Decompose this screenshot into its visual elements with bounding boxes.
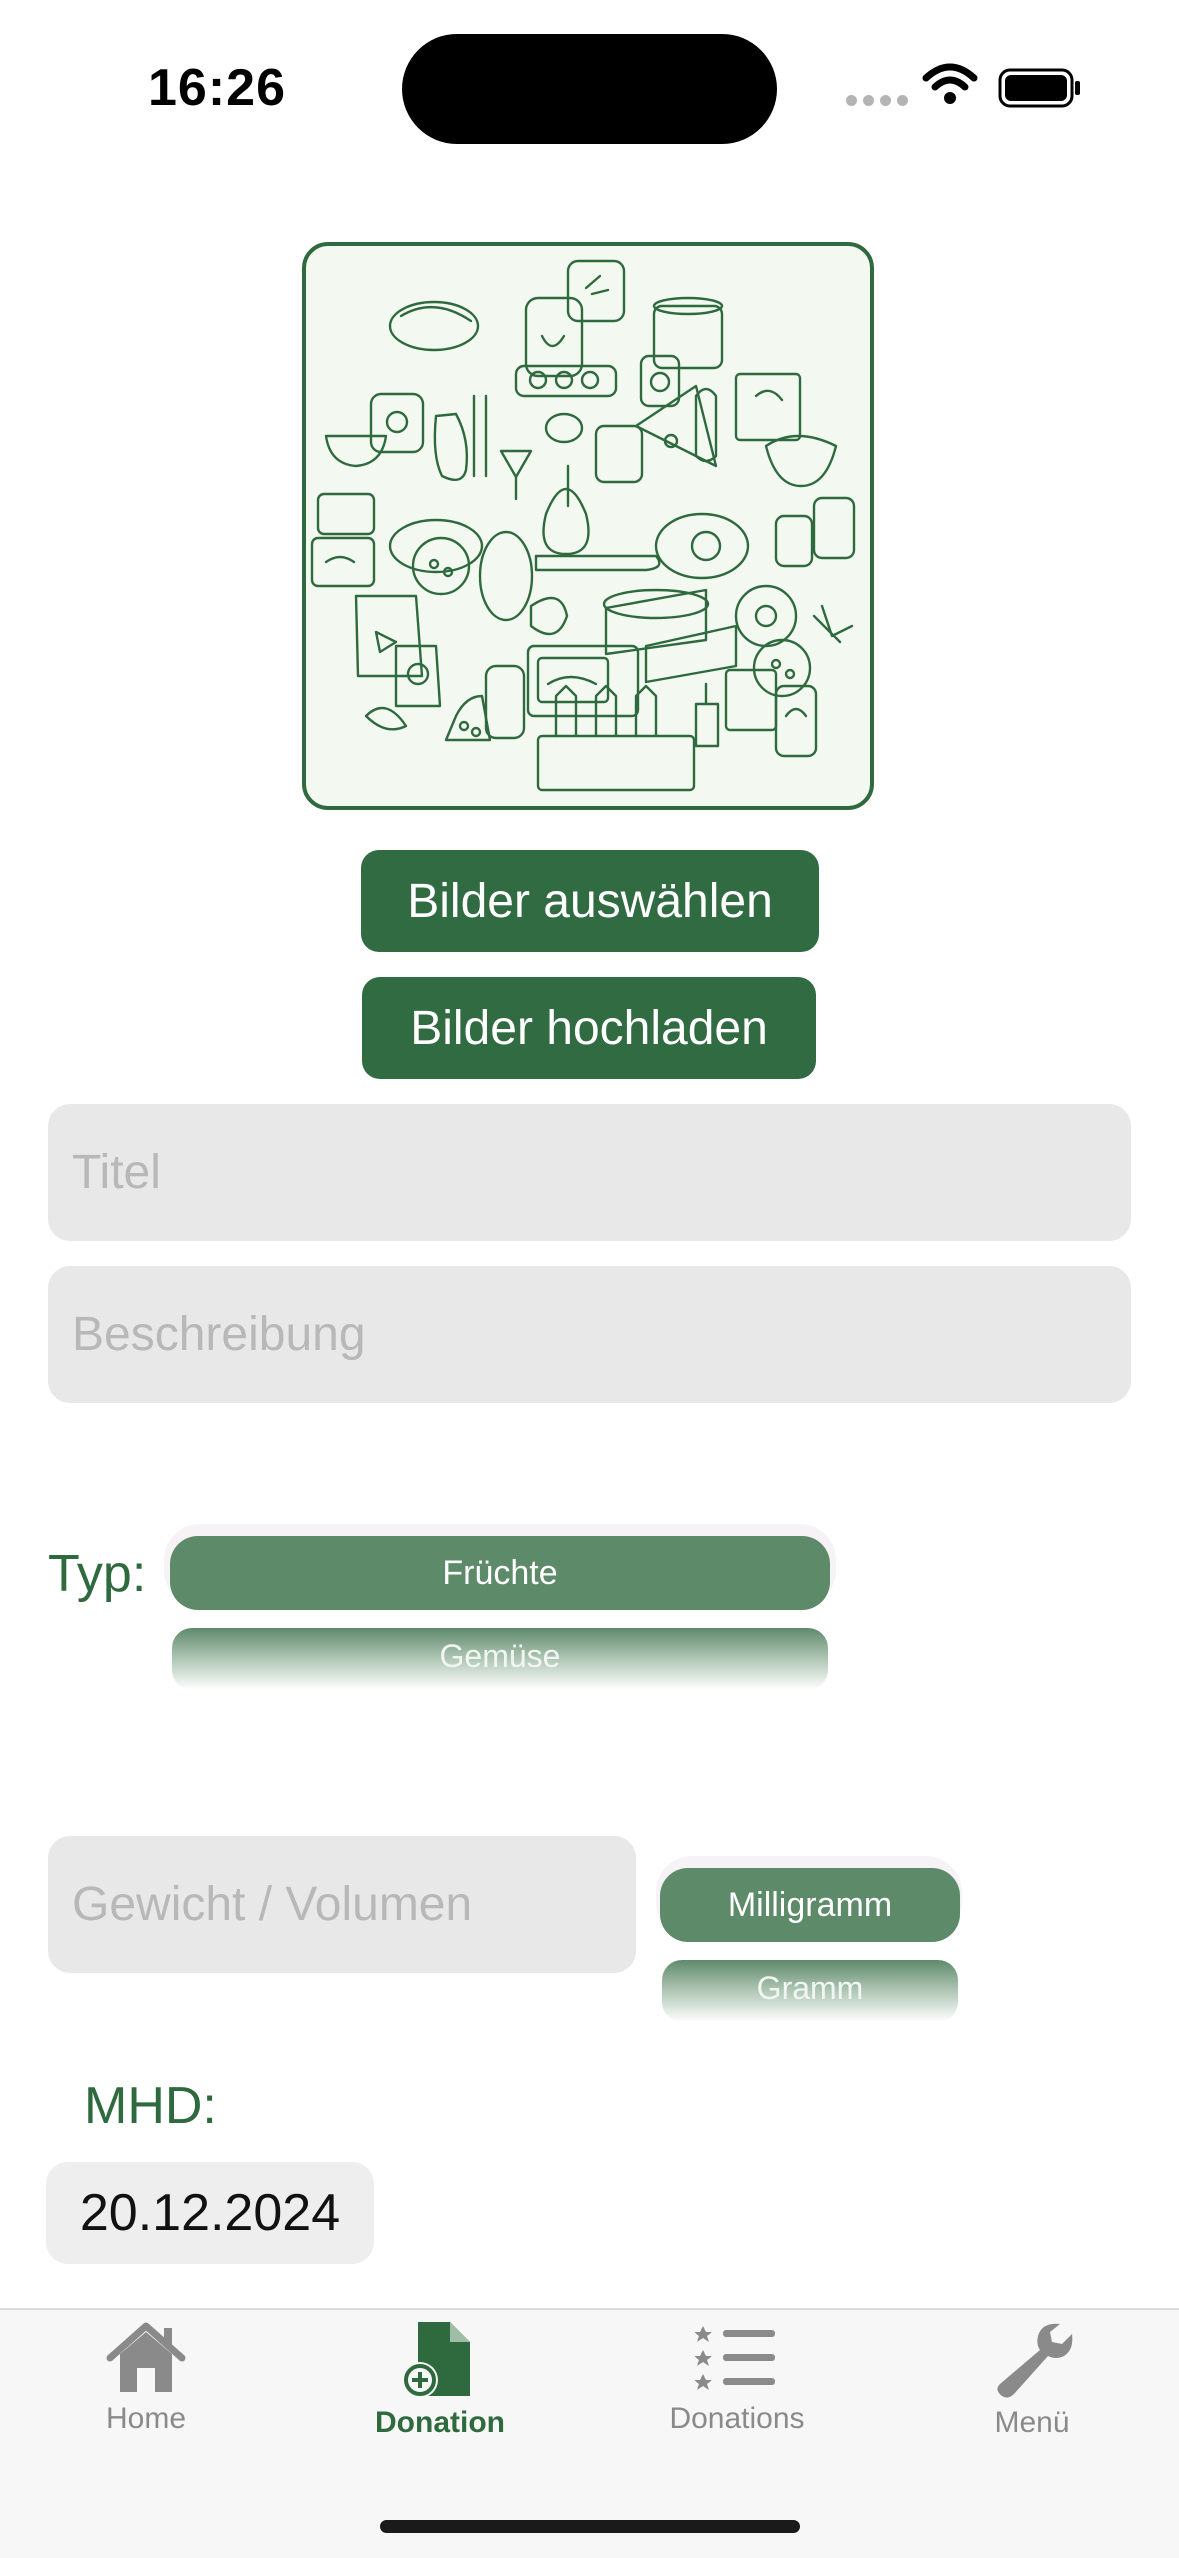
tab-donations-label: Donations — [669, 2402, 805, 2435]
unit-picker-next-option[interactable]: Gramm — [662, 1960, 958, 2022]
tab-menu[interactable]: Menü — [912, 2320, 1152, 2460]
tab-donation[interactable]: Donation — [320, 2320, 560, 2460]
type-picker-next-option[interactable]: Gemüse — [172, 1628, 828, 1690]
description-input[interactable]: Beschreibung — [48, 1266, 1131, 1403]
mhd-label: MHD: — [84, 2077, 217, 2135]
unit-picker-selected[interactable]: Milligramm — [660, 1868, 960, 1942]
doc-plus-icon — [402, 2322, 470, 2398]
upload-images-button[interactable]: Bilder hochladen — [362, 977, 816, 1079]
dynamic-island — [402, 34, 777, 144]
title-input[interactable]: Titel — [48, 1104, 1131, 1241]
home-indicator — [380, 2520, 800, 2533]
select-images-button[interactable]: Bilder auswählen — [361, 850, 819, 952]
tab-menu-label: Menü — [994, 2406, 1070, 2439]
tab-donations[interactable]: Donations — [617, 2320, 857, 2460]
food-illustration-image — [302, 242, 874, 810]
wrench-icon — [997, 2323, 1073, 2398]
tab-donation-label: Donation — [375, 2406, 505, 2439]
wifi-icon — [922, 63, 978, 104]
cellular-signal-icon — [846, 95, 908, 106]
tab-home[interactable]: Home — [26, 2320, 266, 2460]
list-icon — [695, 2326, 775, 2390]
house-icon — [106, 2322, 186, 2392]
status-time: 16:26 — [148, 59, 286, 117]
type-label: Typ: — [48, 1545, 147, 1603]
tab-home-label: Home — [105, 2402, 187, 2435]
battery-icon — [998, 68, 1080, 108]
weight-volume-input[interactable]: Gewicht / Volumen — [48, 1836, 636, 1973]
mhd-date-picker[interactable]: 20.12.2024 — [46, 2162, 374, 2264]
type-picker-selected[interactable]: Früchte — [170, 1536, 830, 1610]
